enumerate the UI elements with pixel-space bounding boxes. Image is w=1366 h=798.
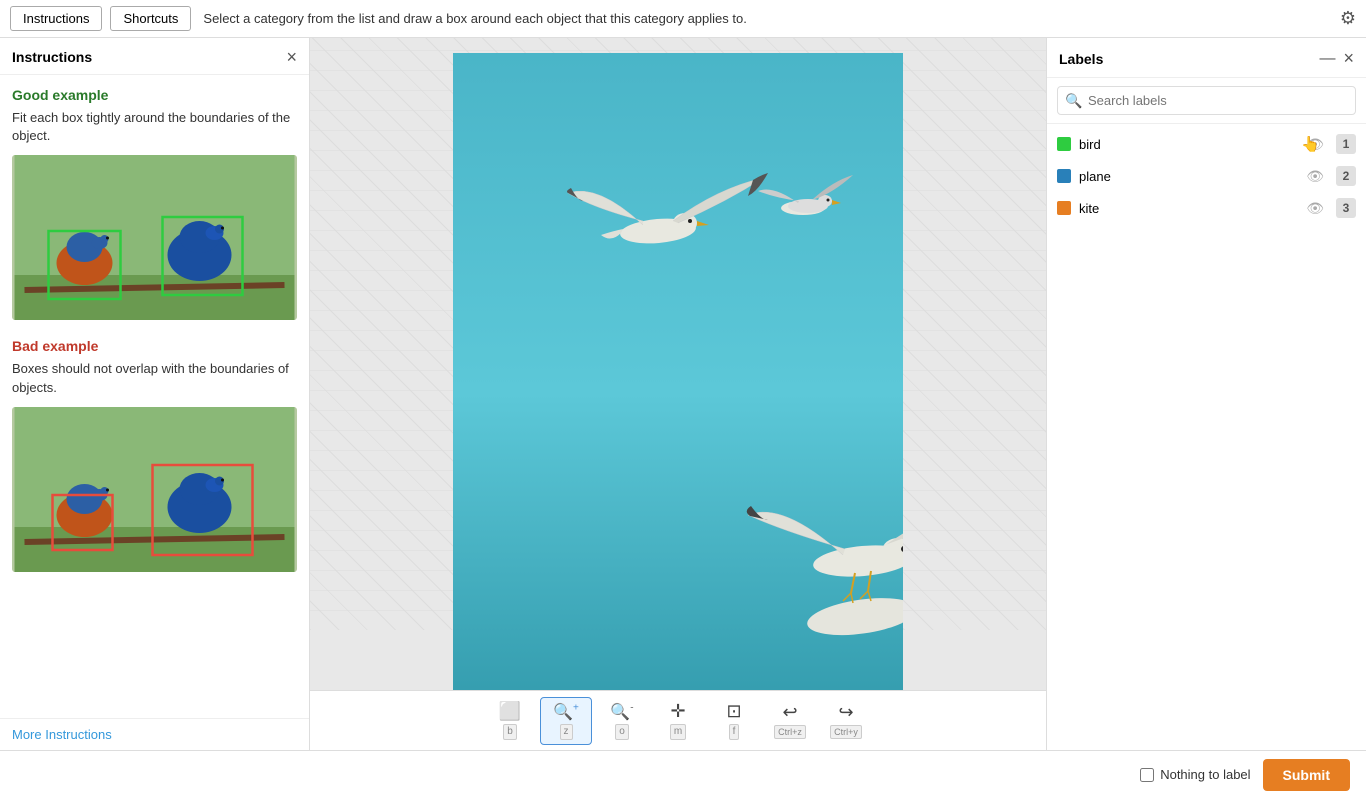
toolbar: ⬜ b 🔍+ z 🔍- o ✛ m ⊡ f ↩ Ctrl+z — [310, 690, 1046, 750]
kite-label-visibility-icon[interactable]: 👁 — [1306, 200, 1324, 217]
bad-example-desc: Boxes should not overlap with the bounda… — [12, 360, 297, 396]
redo-tool-button[interactable]: ↪ Ctrl+y — [820, 697, 872, 745]
search-container: 🔍 — [1047, 78, 1366, 124]
select-shortcut: b — [503, 724, 517, 740]
close-icon[interactable]: × — [286, 48, 297, 66]
fit-tool-button[interactable]: ⊡ f — [708, 697, 760, 745]
plane-label-item[interactable]: plane 👁 2 — [1047, 160, 1366, 192]
bird-label-name: bird — [1079, 137, 1298, 152]
labels-panel-header: Labels — × — [1047, 38, 1366, 78]
move-tool-button[interactable]: ✛ m — [652, 697, 704, 745]
move-icon: ✛ — [670, 701, 685, 722]
zoom-in-icon: 🔍+ — [553, 702, 579, 722]
undo-shortcut: Ctrl+z — [774, 725, 806, 740]
bad-example-title: Bad example — [12, 338, 297, 354]
submit-button[interactable]: Submit — [1263, 759, 1350, 791]
bad-example-image — [12, 407, 297, 572]
select-tool-button[interactable]: ⬜ b — [484, 697, 536, 745]
good-example-image — [12, 155, 297, 320]
plane-label-color — [1057, 169, 1071, 183]
kite-label-name: kite — [1079, 201, 1298, 216]
bird-label-count: 1 — [1336, 134, 1356, 154]
good-example-desc: Fit each box tightly around the boundari… — [12, 109, 297, 145]
labels-header-icons: — × — [1319, 48, 1354, 69]
bird-label-visibility-icon[interactable]: 👁 — [1306, 136, 1324, 153]
main-image[interactable] — [453, 53, 903, 690]
nothing-to-label-label[interactable]: Nothing to label — [1160, 767, 1250, 782]
zoom-out-tool-button[interactable]: 🔍- o — [596, 697, 648, 745]
more-instructions-link[interactable]: More Instructions — [0, 718, 309, 750]
instructions-button[interactable]: Instructions — [10, 6, 102, 31]
select-icon: ⬜ — [499, 701, 521, 722]
zoom-out-icon: 🔍- — [610, 702, 633, 722]
undo-tool-button[interactable]: ↩ Ctrl+z — [764, 697, 816, 745]
move-shortcut: m — [670, 724, 686, 740]
nothing-to-label-checkbox[interactable] — [1140, 768, 1154, 782]
labels-close-icon[interactable]: × — [1343, 48, 1354, 69]
redo-shortcut: Ctrl+y — [830, 725, 862, 740]
bird-label-color — [1057, 137, 1071, 151]
fit-shortcut: f — [729, 724, 740, 740]
plane-label-count: 2 — [1336, 166, 1356, 186]
kite-label-item[interactable]: kite 👁 3 — [1047, 192, 1366, 224]
minimize-icon[interactable]: — — [1319, 50, 1335, 68]
labels-title: Labels — [1059, 51, 1103, 67]
canvas-scroll[interactable] — [310, 38, 1046, 690]
instructions-panel-body: Good example Fit each box tightly around… — [0, 75, 309, 718]
zoom-out-shortcut: o — [615, 724, 629, 740]
main-image-container[interactable] — [453, 53, 903, 690]
topbar: Instructions Shortcuts Select a category… — [0, 0, 1366, 38]
bird-label-item[interactable]: bird 👆 👁 1 — [1047, 128, 1366, 160]
search-input[interactable] — [1057, 86, 1356, 115]
zoom-in-tool-button[interactable]: 🔍+ z — [540, 697, 592, 745]
shortcuts-button[interactable]: Shortcuts — [110, 6, 191, 31]
zoom-in-shortcut: z — [560, 724, 573, 740]
plane-label-name: plane — [1079, 169, 1298, 184]
topbar-hint: Select a category from the list and draw… — [203, 11, 1331, 26]
labels-panel: Labels — × 🔍 bird 👆 👁 1 plane 👁 — [1046, 38, 1366, 750]
undo-icon: ↩ — [782, 702, 797, 723]
instructions-panel-title: Instructions — [12, 49, 92, 65]
main-layout: Instructions × Good example Fit each box… — [0, 38, 1366, 750]
fit-icon: ⊡ — [726, 701, 741, 722]
good-example-title: Good example — [12, 87, 297, 103]
labels-list: bird 👆 👁 1 plane 👁 2 kite 👁 3 — [1047, 124, 1366, 750]
kite-label-count: 3 — [1336, 198, 1356, 218]
bottom-bar: Nothing to label Submit — [0, 750, 1366, 798]
instructions-panel-header: Instructions × — [0, 38, 309, 75]
nothing-to-label: Nothing to label — [1140, 767, 1250, 782]
search-icon: 🔍 — [1065, 92, 1082, 109]
canvas-area[interactable]: ⬜ b 🔍+ z 🔍- o ✛ m ⊡ f ↩ Ctrl+z — [310, 38, 1046, 750]
plane-label-visibility-icon[interactable]: 👁 — [1306, 168, 1324, 185]
instructions-panel: Instructions × Good example Fit each box… — [0, 38, 310, 750]
settings-icon[interactable]: ⚙ — [1340, 8, 1356, 29]
redo-icon: ↪ — [838, 702, 853, 723]
kite-label-color — [1057, 201, 1071, 215]
